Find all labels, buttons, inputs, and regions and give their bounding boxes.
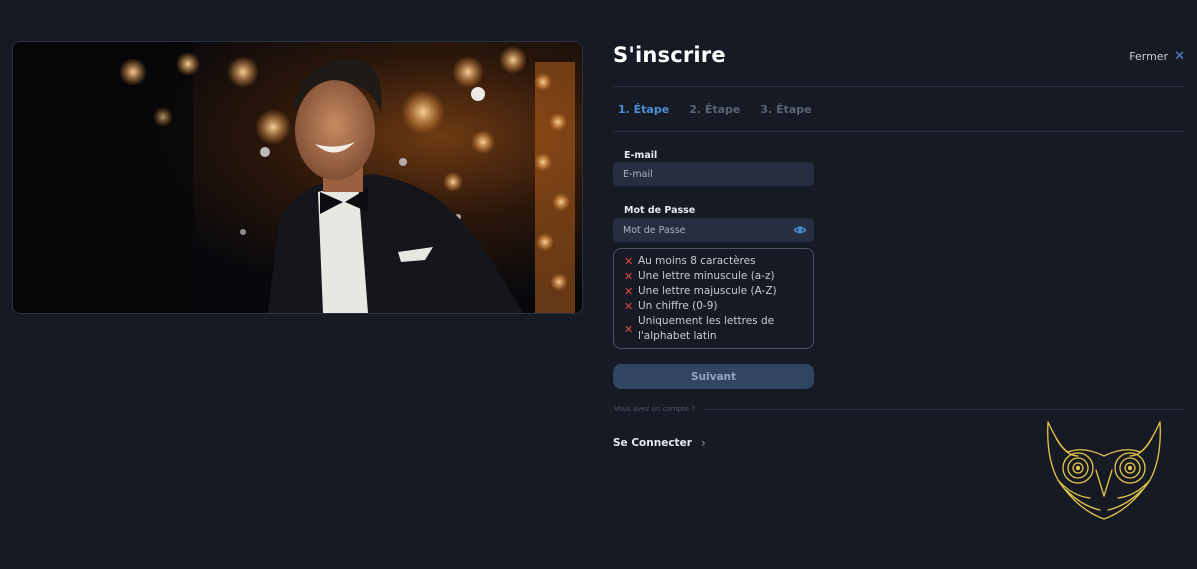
divider (613, 86, 1185, 87)
owl-logo (1047, 421, 1161, 520)
email-field[interactable]: E-mail (613, 162, 814, 186)
chevron-right-icon: › (700, 436, 706, 450)
password-label: Mot de Passe (624, 205, 696, 216)
login-label: Se Connecter (613, 437, 692, 449)
tab-step-3[interactable]: 3. Étape (760, 103, 811, 116)
list-item: ✕ Uniquement les lettres de l'alphabet l… (624, 314, 805, 344)
password-field[interactable]: Mot de Passe (613, 218, 814, 242)
eye-icon[interactable] (794, 224, 806, 236)
cross-icon: ✕ (624, 300, 634, 313)
email-placeholder: E-mail (623, 168, 653, 180)
cross-icon: ✕ (624, 270, 634, 283)
list-item: ✕ Un chiffre (0-9) (624, 299, 805, 314)
page-title: S'inscrire (613, 43, 726, 67)
hero-image (12, 41, 583, 314)
login-link[interactable]: Se Connecter › (613, 436, 706, 450)
cross-icon: ✕ (624, 322, 634, 336)
tab-step-2[interactable]: 2. Étape (689, 103, 740, 116)
divider (613, 131, 1185, 132)
cross-icon: ✕ (624, 255, 634, 268)
close-label: Fermer (1129, 50, 1169, 63)
tab-step-1[interactable]: 1. Étape (618, 103, 669, 116)
close-button[interactable]: Fermer ✕ (1129, 50, 1185, 63)
rule-text: Uniquement les lettres de l'alphabet lat… (638, 315, 775, 342)
list-item: ✕ Au moins 8 caractères (624, 254, 805, 269)
cross-icon: ✕ (624, 285, 634, 298)
have-account-text: Vous avez un compte ? (614, 405, 695, 413)
divider (703, 409, 1185, 410)
rule-text: Une lettre majuscule (A-Z) (638, 285, 777, 297)
list-item: ✕ Une lettre majuscule (A-Z) (624, 284, 805, 299)
rule-text: Au moins 8 caractères (638, 255, 756, 267)
step-tabs: 1. Étape 2. Étape 3. Étape (618, 103, 812, 116)
password-placeholder: Mot de Passe (623, 224, 686, 236)
close-icon: ✕ (1174, 49, 1185, 64)
email-label: E-mail (624, 150, 658, 161)
list-item: ✕ Une lettre minuscule (a-z) (624, 269, 805, 284)
rule-text: Une lettre minuscule (a-z) (638, 270, 775, 282)
password-rules: ✕ Au moins 8 caractères ✕ Une lettre min… (613, 248, 814, 349)
rule-text: Un chiffre (0-9) (638, 300, 718, 312)
next-button[interactable]: Suivant (613, 364, 814, 389)
